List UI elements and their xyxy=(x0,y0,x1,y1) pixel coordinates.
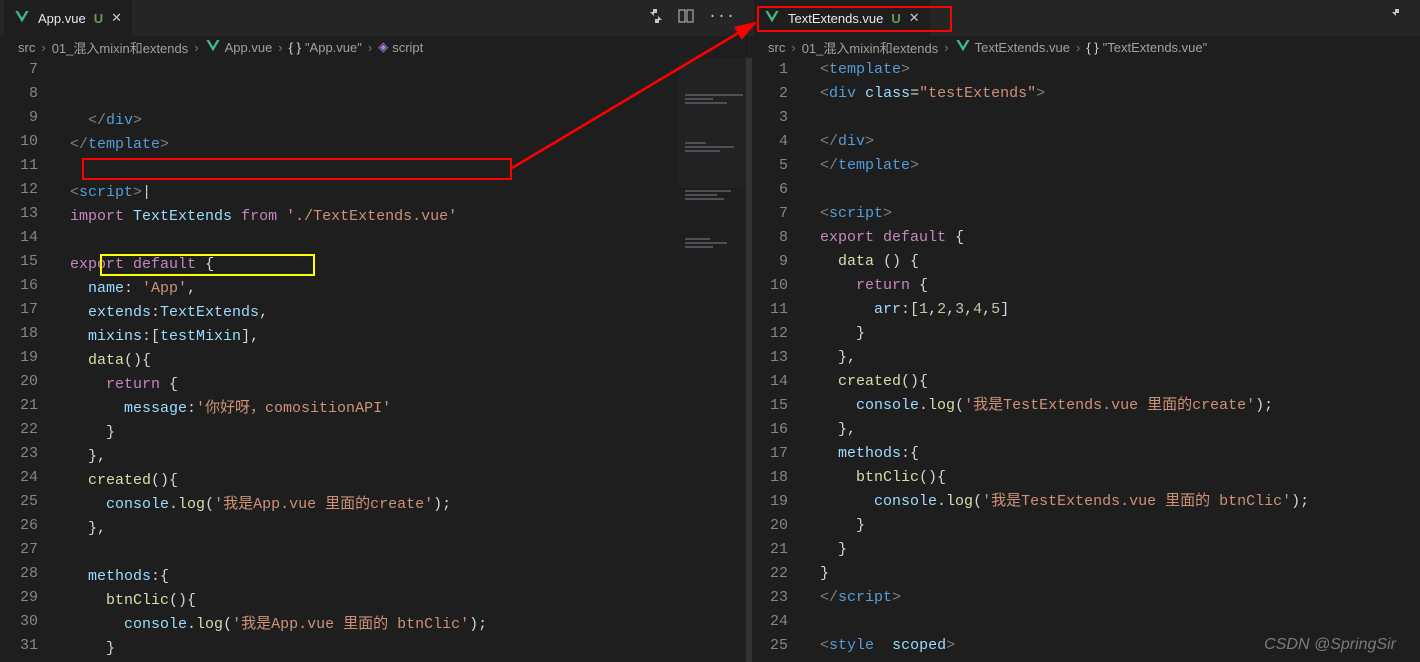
chevron-right-icon: › xyxy=(791,40,795,55)
code-editor-right[interactable]: 1234567891011121314151617181920212223242… xyxy=(750,58,1420,662)
chevron-right-icon: › xyxy=(1076,40,1080,55)
vue-file-icon xyxy=(14,9,30,28)
chevron-right-icon: › xyxy=(41,40,45,55)
breadcrumb-item[interactable]: 01_混入mixin和extends xyxy=(52,38,189,57)
code-content[interactable]: <template> <div class="testExtends"> </d… xyxy=(802,58,1420,662)
breadcrumb-item[interactable]: src xyxy=(768,40,785,55)
breadcrumbs-left[interactable]: src › 01_混入mixin和extends › App.vue › { }… xyxy=(0,36,749,58)
tabbar-actions: ··· xyxy=(648,8,749,29)
tab-app-vue[interactable]: App.vue U ✕ xyxy=(4,0,133,36)
split-editor-icon[interactable] xyxy=(678,8,694,29)
split-sash[interactable] xyxy=(746,58,752,662)
tab-git-status: U xyxy=(94,11,103,26)
close-icon[interactable]: ✕ xyxy=(111,10,122,26)
tabbar-left: App.vue U ✕ ··· xyxy=(0,0,749,36)
breadcrumb-item[interactable]: App.vue xyxy=(205,38,273,57)
minimap[interactable] xyxy=(679,58,749,188)
tab-filename: App.vue xyxy=(38,11,86,26)
more-actions-icon[interactable]: ··· xyxy=(708,8,735,29)
code-editor-left[interactable]: 7891011121314151617181920212223242526272… xyxy=(0,58,749,662)
line-number-gutter: 7891011121314151617181920212223242526272… xyxy=(0,58,52,662)
editor-pane-right: TextExtends.vue U ✕ src › 01_混入mixin和ext… xyxy=(750,0,1420,662)
chevron-right-icon: › xyxy=(368,40,372,55)
tab-filename: TextExtends.vue xyxy=(788,11,883,26)
close-icon[interactable]: ✕ xyxy=(909,10,920,26)
chevron-right-icon: › xyxy=(278,40,282,55)
breadcrumb-item[interactable]: { } "TextExtends.vue" xyxy=(1086,40,1207,55)
tabbar-actions xyxy=(1390,8,1420,29)
breadcrumb-item[interactable]: { } "App.vue" xyxy=(289,40,362,55)
chevron-right-icon: › xyxy=(944,40,948,55)
vue-file-icon xyxy=(764,9,780,28)
watermark-text: CSDN @SpringSir xyxy=(1264,636,1396,654)
breadcrumb-item[interactable]: src xyxy=(18,40,35,55)
breadcrumb-item[interactable]: TextExtends.vue xyxy=(955,38,1070,57)
tabbar-right: TextExtends.vue U ✕ xyxy=(750,0,1420,36)
breadcrumb-item[interactable]: ◈ script xyxy=(378,39,423,55)
breadcrumb-item[interactable]: 01_混入mixin和extends xyxy=(802,38,939,57)
code-content[interactable]: </div> </template> <script>| import Text… xyxy=(52,58,749,662)
chevron-right-icon: › xyxy=(194,40,198,55)
breadcrumbs-right[interactable]: src › 01_混入mixin和extends › TextExtends.v… xyxy=(750,36,1420,58)
tab-textextends-vue[interactable]: TextExtends.vue U ✕ xyxy=(754,0,931,36)
editor-pane-left: App.vue U ✕ ··· src › 01_混入mixin和extends… xyxy=(0,0,750,662)
line-number-gutter: 1234567891011121314151617181920212223242… xyxy=(750,58,802,662)
tab-git-status: U xyxy=(891,11,900,26)
compare-changes-icon[interactable] xyxy=(1390,8,1406,29)
compare-changes-icon[interactable] xyxy=(648,8,664,29)
